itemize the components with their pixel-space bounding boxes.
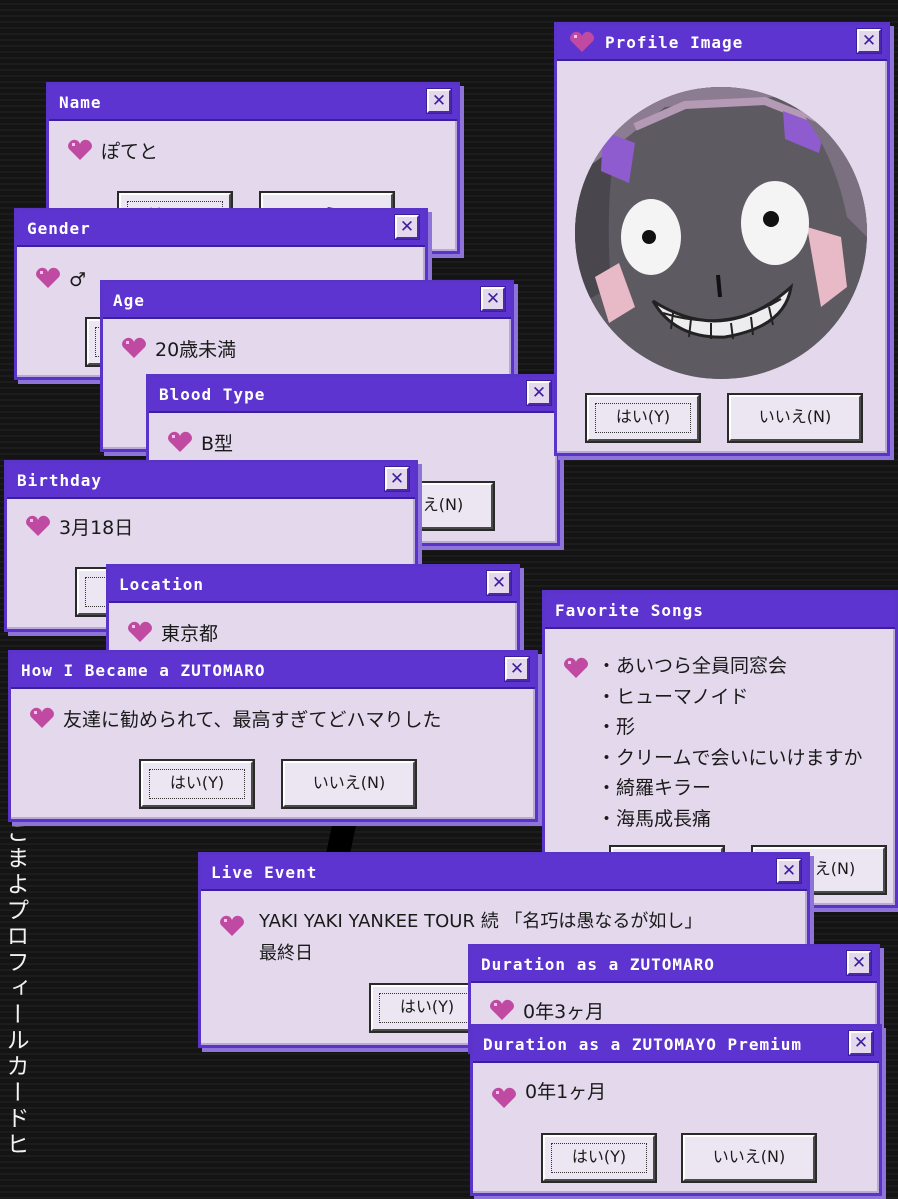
song-item: ヒューマノイド [597, 682, 862, 713]
side-vertical-text: こまよプロフィールカードヒ [2, 820, 28, 1158]
heart-icon [220, 915, 244, 936]
profile-image-yes-button[interactable]: はい(Y) [585, 393, 701, 443]
close-icon[interactable]: ✕ [480, 286, 506, 312]
mascot-illustration [575, 87, 867, 379]
duration-title: Duration as a ZUTOMARO [481, 955, 715, 974]
song-item: 綺羅キラー [597, 773, 862, 804]
birthday-title: Birthday [17, 471, 103, 490]
close-icon[interactable]: ✕ [856, 28, 882, 54]
live-event-yes-button[interactable]: はい(Y) [369, 983, 485, 1033]
favorite-songs-titlebar[interactable]: Favorite Songs [545, 593, 895, 629]
close-icon[interactable]: ✕ [848, 1030, 874, 1056]
heart-icon [68, 139, 92, 160]
heart-icon [492, 1087, 516, 1108]
blood-type-titlebar[interactable]: Blood Type ✕ [149, 377, 557, 413]
song-item: クリームで会いにいけますか [597, 743, 862, 774]
gender-title: Gender [27, 219, 91, 238]
duration-premium-yes-button[interactable]: はい(Y) [541, 1133, 657, 1183]
name-title: Name [59, 93, 102, 112]
duration-value: 0年3ヶ月 [523, 1001, 605, 1023]
duration-premium-no-button[interactable]: いいえ(N) [681, 1133, 817, 1183]
profile-image-dialog: Profile Image ✕ はい(Y) いいえ(N) [554, 22, 890, 456]
blood-type-value: B型 [201, 433, 234, 455]
how-became-value: 友達に勧められて、最高すぎてどハマりした [63, 709, 442, 731]
age-titlebar[interactable]: Age ✕ [103, 283, 511, 319]
heart-icon [36, 267, 60, 288]
how-became-title: How I Became a ZUTOMARO [21, 661, 266, 680]
close-icon[interactable]: ✕ [394, 214, 420, 240]
live-event-line1: YAKI YAKI YANKEE TOUR 続 「名巧は愚なるが如し」 [259, 911, 703, 932]
profile-avatar [575, 87, 867, 379]
song-item: 形 [597, 712, 862, 743]
location-value: 東京都 [161, 623, 219, 645]
heart-icon [30, 707, 54, 728]
age-title: Age [113, 291, 145, 310]
heart-icon [564, 657, 588, 678]
duration-premium-title: Duration as a ZUTOMAYO Premium [483, 1035, 802, 1054]
name-titlebar[interactable]: Name ✕ [49, 85, 457, 121]
heart-icon [570, 31, 594, 52]
duration-titlebar[interactable]: Duration as a ZUTOMARO ✕ [471, 947, 877, 983]
heart-icon [26, 515, 50, 536]
close-icon[interactable]: ✕ [846, 950, 872, 976]
close-icon[interactable]: ✕ [504, 656, 530, 682]
gender-titlebar[interactable]: Gender ✕ [17, 211, 425, 247]
close-icon[interactable]: ✕ [384, 466, 410, 492]
location-titlebar[interactable]: Location ✕ [109, 567, 517, 603]
location-title: Location [119, 575, 205, 594]
how-became-yes-button[interactable]: はい(Y) [139, 759, 255, 809]
close-icon[interactable]: ✕ [526, 380, 552, 406]
live-event-title: Live Event [211, 863, 318, 882]
heart-icon [128, 621, 152, 642]
duration-premium-dialog: Duration as a ZUTOMAYO Premium ✕ 0年1ヶ月 は… [470, 1024, 882, 1196]
profile-image-titlebar[interactable]: Profile Image ✕ [557, 25, 887, 61]
heart-icon [122, 337, 146, 358]
blood-type-title: Blood Type [159, 385, 266, 404]
song-item: 海馬成長痛 [597, 804, 862, 835]
birthday-titlebar[interactable]: Birthday ✕ [7, 463, 415, 499]
duration-premium-titlebar[interactable]: Duration as a ZUTOMAYO Premium ✕ [473, 1027, 879, 1063]
favorite-songs-title: Favorite Songs [555, 601, 704, 620]
heart-icon [490, 999, 514, 1020]
profile-image-title: Profile Image [605, 33, 744, 52]
live-event-titlebar[interactable]: Live Event ✕ [201, 855, 807, 891]
close-icon[interactable]: ✕ [776, 858, 802, 884]
close-icon[interactable]: ✕ [426, 88, 452, 114]
close-icon[interactable]: ✕ [486, 570, 512, 596]
heart-icon [168, 431, 192, 452]
gender-value: ♂ [69, 269, 87, 291]
how-became-dialog: How I Became a ZUTOMARO ✕ 友達に勧められて、最高すぎて… [8, 650, 538, 822]
profile-image-no-button[interactable]: いいえ(N) [727, 393, 863, 443]
age-value: 20歳未満 [155, 339, 237, 361]
duration-premium-value: 0年1ヶ月 [525, 1081, 607, 1103]
how-became-no-button[interactable]: いいえ(N) [281, 759, 417, 809]
live-event-line2: 最終日 [259, 943, 313, 964]
how-became-titlebar[interactable]: How I Became a ZUTOMARO ✕ [11, 653, 535, 689]
name-value: ぽてと [101, 141, 159, 163]
birthday-value: 3月18日 [59, 517, 134, 539]
song-item: あいつら全員同窓会 [597, 651, 862, 682]
song-list: あいつら全員同窓会ヒューマノイド形クリームで会いにいけますか綺羅キラー海馬成長痛 [597, 651, 862, 834]
